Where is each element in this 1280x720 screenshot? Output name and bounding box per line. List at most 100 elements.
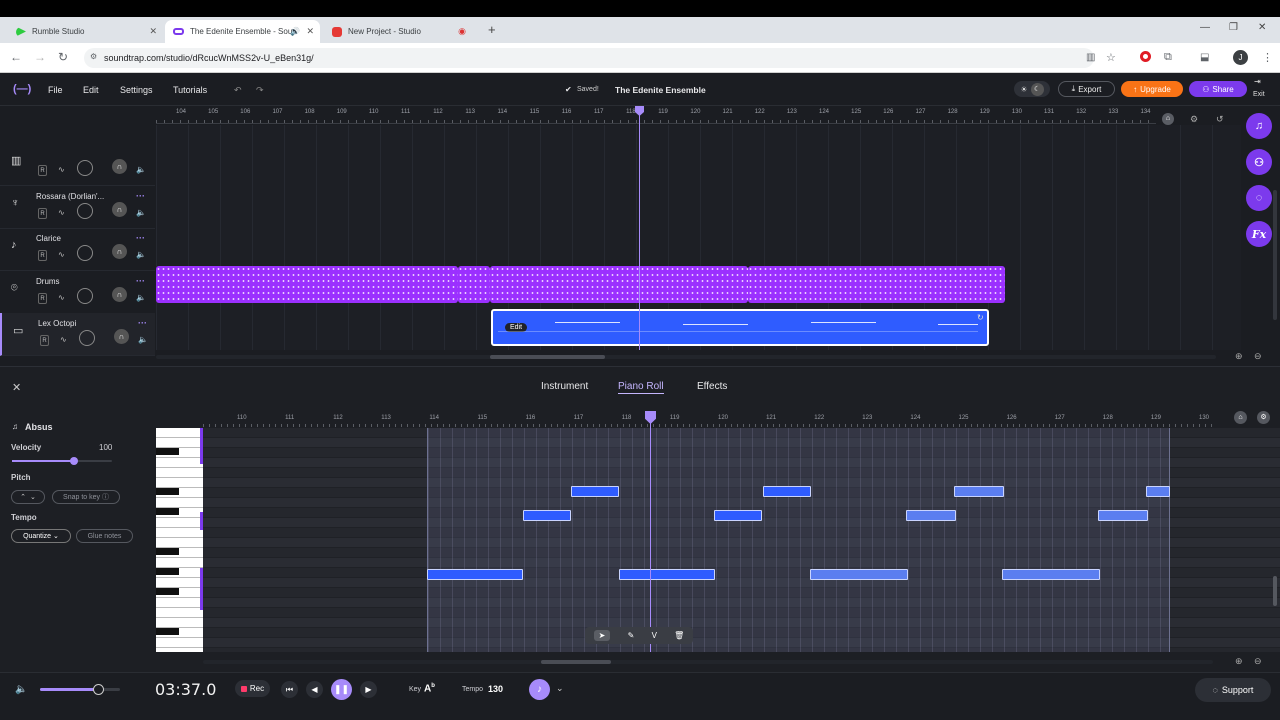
browser-tab-new-project[interactable]: New Project - Studio ◉ (324, 20, 474, 43)
black-key[interactable] (156, 548, 179, 555)
volume-handle[interactable] (92, 684, 104, 695)
velocity-tool[interactable]: V (652, 631, 657, 640)
key-value[interactable]: Ab (424, 683, 435, 694)
close-editor-icon[interactable]: ✕ (12, 381, 21, 394)
chevron-down-icon[interactable]: ⌄ (556, 683, 564, 694)
volume-knob[interactable] (77, 202, 93, 219)
piano-keyboard[interactable] (156, 428, 203, 652)
black-key[interactable] (156, 448, 179, 455)
midi-note[interactable] (571, 486, 619, 497)
headphones-icon[interactable]: ∩ (112, 201, 127, 217)
share-button[interactable]: ⚇ Share (1189, 81, 1247, 97)
mute-speaker-icon[interactable]: 🔈 (136, 208, 146, 217)
piano-roll-metronome-icon[interactable]: ⌂ (1234, 411, 1247, 424)
volume-knob[interactable] (77, 160, 93, 176)
track-header[interactable]: ♆ Rossara (Dorlian'... ··· R ∿ ∩ 🔈 (0, 186, 155, 229)
midi-note[interactable] (523, 510, 571, 521)
menu-tutorials[interactable]: Tutorials (173, 85, 207, 95)
zoom-in-icon[interactable]: ⊕ (1235, 351, 1243, 362)
snap-to-key-button[interactable]: Snap to key ⓘ (52, 490, 120, 504)
track-header[interactable]: ▥ R ∿ ∩ 🔈 (0, 143, 155, 186)
record-button[interactable]: Rec (235, 680, 270, 697)
midi-note[interactable] (1146, 486, 1170, 497)
white-key[interactable] (156, 528, 203, 538)
menu-edit[interactable]: Edit (83, 85, 99, 95)
midi-note[interactable] (906, 510, 956, 521)
track-more-icon[interactable]: ··· (138, 318, 147, 328)
pause-icon[interactable]: ❚❚ (331, 679, 352, 700)
white-key[interactable] (156, 518, 203, 528)
trash-icon[interactable]: 🗑 (674, 631, 684, 640)
collaborators-button[interactable]: ⚇ (1246, 149, 1272, 175)
step-forward-icon[interactable]: ▶ (360, 681, 377, 698)
close-icon[interactable]: ✕ (149, 26, 157, 37)
export-button[interactable]: ⤓ Export (1058, 81, 1115, 97)
white-key[interactable] (156, 608, 203, 618)
headphones-icon[interactable]: ∩ (114, 329, 129, 344)
black-key[interactable] (156, 588, 179, 595)
midi-note[interactable] (1098, 510, 1148, 521)
piano-roll-ruler[interactable]: 110 111 112 113 114 115 116 117 118 119 120 121 122 1… (203, 412, 1213, 427)
browser-menu-icon[interactable]: ⋮ (1262, 51, 1273, 64)
midi-note[interactable] (427, 569, 523, 580)
glue-notes-button[interactable]: Glue notes (76, 529, 133, 543)
headphones-icon[interactable]: ∩ (112, 159, 127, 174)
midi-note[interactable] (714, 510, 762, 521)
white-key[interactable] (156, 578, 203, 588)
tuner-icon[interactable]: ♪ (529, 679, 550, 700)
redo-icon[interactable]: ↷ (256, 85, 264, 96)
white-key[interactable] (156, 478, 203, 488)
timeline-scrollbar[interactable] (156, 355, 1216, 359)
track-record-arm[interactable]: R (40, 335, 49, 346)
automation-icon[interactable]: ∿ (58, 250, 65, 259)
speaker-icon[interactable]: 🔊 (290, 27, 300, 36)
white-key[interactable] (156, 598, 203, 608)
upgrade-button[interactable]: ↑ Upgrade (1121, 81, 1183, 97)
volume-knob[interactable] (77, 245, 93, 261)
white-key[interactable] (156, 618, 203, 628)
roll-zoom-in-icon[interactable]: ⊕ (1235, 656, 1243, 667)
track-record-arm[interactable]: R (38, 207, 47, 219)
track-more-icon[interactable]: ··· (136, 191, 145, 201)
drums-clip[interactable] (156, 266, 458, 303)
menu-file[interactable]: File (48, 85, 63, 95)
piano-roll-scroll-thumb[interactable] (541, 660, 611, 664)
tracks-vertical-scroll[interactable] (1273, 190, 1277, 320)
track-record-arm[interactable]: R (38, 165, 47, 176)
theme-toggle[interactable]: ☀ ☾ (1014, 81, 1050, 97)
mute-speaker-icon[interactable]: 🔈 (136, 250, 146, 259)
velocity-slider[interactable] (12, 457, 112, 465)
drums-clip[interactable] (748, 266, 1005, 303)
piano-roll-grid[interactable] (203, 428, 1280, 652)
track-header[interactable]: ♪ Clarice ··· R ∿ ∩ 🔈 (0, 228, 155, 271)
timeline-ruler[interactable]: 104 105 106 107 108 109 110 111 112 113 114 115 116 1… (156, 106, 1156, 124)
chevron-up-icon[interactable]: ⌃ (20, 493, 26, 501)
minimize-icon[interactable]: — (1200, 22, 1210, 33)
exit-label[interactable]: Exit (1253, 91, 1265, 98)
track-name[interactable]: Lex Octopi (38, 319, 76, 328)
white-key[interactable] (156, 558, 203, 568)
volume-knob[interactable] (77, 287, 93, 304)
extensions-icon[interactable]: ⧉ (1164, 51, 1172, 64)
exit-door-icon[interactable]: ⇥ (1254, 77, 1261, 86)
mute-speaker-icon[interactable]: 🔈 (136, 293, 146, 302)
bookmark-star-icon[interactable]: ☆ (1106, 51, 1116, 64)
automation-icon[interactable]: ∿ (58, 208, 65, 217)
site-info-icon[interactable]: ⚙ (90, 52, 97, 61)
profile-avatar[interactable]: J (1233, 50, 1248, 65)
track-more-icon[interactable]: ··· (136, 276, 145, 286)
project-title[interactable]: The Edenite Ensemble (615, 85, 706, 95)
roll-zoom-out-icon[interactable]: ⊖ (1254, 656, 1262, 667)
midi-note[interactable] (1002, 569, 1100, 580)
new-tab-icon[interactable]: + (488, 22, 496, 37)
tab-instrument[interactable]: Instrument (541, 381, 588, 392)
pitch-stepper[interactable]: ⌃ ⌄ (11, 490, 45, 504)
tab-effects[interactable]: Effects (697, 381, 727, 392)
white-key[interactable] (156, 498, 203, 508)
step-back-icon[interactable]: ◀ (306, 681, 323, 698)
reload-icon[interactable]: ↻ (58, 50, 68, 64)
track-header[interactable]: ⌾ Drums ··· R ∿ ∩ 🔈 (0, 271, 155, 314)
automation-icon[interactable]: ∿ (58, 293, 65, 302)
velocity-handle[interactable] (70, 457, 78, 465)
automation-icon[interactable]: ∿ (58, 165, 65, 174)
